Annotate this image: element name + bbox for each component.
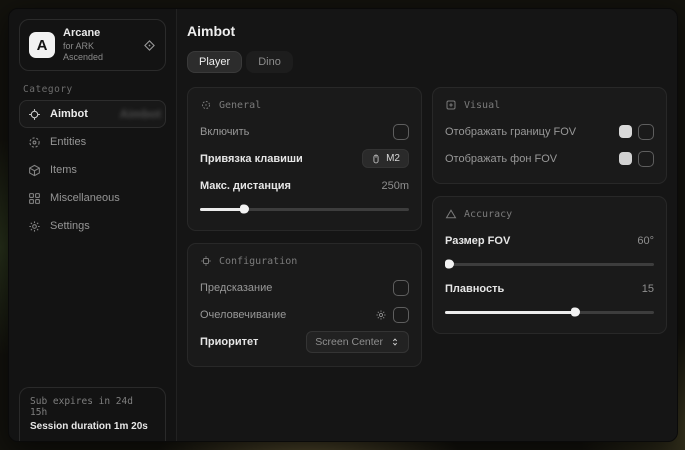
grid-icon bbox=[28, 192, 41, 205]
sidebar-item-label: Entities bbox=[50, 136, 86, 148]
app-subtitle: for ARK Ascended bbox=[63, 41, 135, 64]
brand-card: A Arcane for ARK Ascended bbox=[19, 19, 166, 71]
panel-title: Configuration bbox=[219, 256, 297, 267]
app-name: Arcane bbox=[63, 27, 135, 41]
app-logo: A bbox=[29, 32, 55, 58]
prediction-label: Предсказание bbox=[200, 282, 272, 294]
keybind-value: M2 bbox=[386, 153, 400, 164]
sidebar-item-label: Miscellaneous bbox=[50, 192, 120, 204]
panel-title: Accuracy bbox=[464, 209, 512, 220]
fov-bg-label: Отображать фон FOV bbox=[445, 153, 557, 165]
sidebar-item-label: Settings bbox=[50, 220, 90, 232]
fov-border-color-swatch[interactable] bbox=[619, 125, 632, 138]
sidebar-item-label: Items bbox=[50, 164, 77, 176]
chevron-up-down-icon bbox=[390, 337, 400, 347]
aimbot-ghost-watermark: Aimbot bbox=[120, 107, 161, 121]
radar-icon bbox=[28, 136, 41, 149]
prediction-checkbox[interactable] bbox=[393, 280, 409, 296]
priority-select[interactable]: Screen Center bbox=[306, 331, 409, 353]
crosshair-icon bbox=[28, 108, 41, 121]
panel-title: Visual bbox=[464, 100, 500, 111]
tab-bar: Player Dino bbox=[187, 51, 667, 73]
main-content: Aimbot Player Dino General Включить bbox=[177, 9, 678, 441]
app-window: A Arcane for ARK Ascended Category Aimbo… bbox=[8, 8, 678, 442]
category-label: Category bbox=[23, 84, 162, 95]
fov-bg-checkbox[interactable] bbox=[638, 151, 654, 167]
sidebar-nav: Aimbot Aimbot Entities Items Miscellane bbox=[9, 100, 176, 240]
page-title: Aimbot bbox=[187, 23, 667, 39]
slider-thumb[interactable] bbox=[445, 260, 454, 269]
slider-thumb[interactable] bbox=[240, 205, 249, 214]
sub-expires-text: Sub expires in 24d 15h bbox=[30, 396, 155, 418]
fov-bg-color-swatch[interactable] bbox=[619, 152, 632, 165]
humanization-label: Очеловечивание bbox=[200, 309, 286, 321]
triangle-icon bbox=[445, 208, 457, 220]
max-distance-label: Макс. дистанция bbox=[200, 180, 291, 192]
gear-icon bbox=[28, 220, 41, 233]
tab-dino[interactable]: Dino bbox=[246, 51, 293, 73]
session-duration-text: Session duration 1m 20s bbox=[30, 421, 155, 432]
diamond-target-icon[interactable] bbox=[143, 39, 156, 52]
panel-configuration: Configuration Предсказание Очеловечивани… bbox=[187, 243, 422, 367]
tab-player[interactable]: Player bbox=[187, 51, 242, 73]
smoothness-slider[interactable] bbox=[445, 307, 654, 317]
panel-general: General Включить Привязка клавиши M2 bbox=[187, 87, 422, 231]
fov-size-slider[interactable] bbox=[445, 259, 654, 269]
sidebar-item-aimbot[interactable]: Aimbot Aimbot bbox=[19, 100, 166, 128]
sidebar: A Arcane for ARK Ascended Category Aimbo… bbox=[9, 9, 177, 441]
scope-icon bbox=[200, 99, 212, 111]
sidebar-item-items[interactable]: Items bbox=[19, 156, 166, 184]
chip-icon bbox=[200, 255, 212, 267]
subscription-info-card: Sub expires in 24d 15h Session duration … bbox=[19, 387, 166, 441]
sidebar-item-miscellaneous[interactable]: Miscellaneous bbox=[19, 184, 166, 212]
max-distance-slider[interactable] bbox=[200, 204, 409, 214]
priority-value: Screen Center bbox=[315, 336, 383, 348]
keybind-button[interactable]: M2 bbox=[362, 149, 409, 168]
humanization-settings-gear-icon[interactable] bbox=[375, 309, 387, 321]
sidebar-item-settings[interactable]: Settings bbox=[19, 212, 166, 240]
priority-label: Приоритет bbox=[200, 336, 258, 348]
sidebar-item-entities[interactable]: Entities bbox=[19, 128, 166, 156]
smoothness-label: Плавность bbox=[445, 283, 504, 295]
slider-thumb[interactable] bbox=[571, 308, 580, 317]
fov-border-checkbox[interactable] bbox=[638, 124, 654, 140]
sidebar-item-label: Aimbot bbox=[50, 108, 88, 120]
panel-visual: Visual Отображать границу FOV Отображать… bbox=[432, 87, 667, 184]
image-plus-icon bbox=[445, 99, 457, 111]
mouse-icon bbox=[371, 154, 381, 164]
panel-title: General bbox=[219, 100, 261, 111]
fov-size-label: Размер FOV bbox=[445, 235, 510, 247]
package-icon bbox=[28, 164, 41, 177]
enable-label: Включить bbox=[200, 126, 249, 138]
enable-checkbox[interactable] bbox=[393, 124, 409, 140]
fov-border-label: Отображать границу FOV bbox=[445, 126, 576, 138]
panel-accuracy: Accuracy Размер FOV 60° П bbox=[432, 196, 667, 334]
humanization-checkbox[interactable] bbox=[393, 307, 409, 323]
keybind-label: Привязка клавиши bbox=[200, 153, 303, 165]
smoothness-value: 15 bbox=[642, 283, 654, 295]
max-distance-value: 250m bbox=[381, 180, 409, 192]
fov-size-value: 60° bbox=[637, 235, 654, 247]
